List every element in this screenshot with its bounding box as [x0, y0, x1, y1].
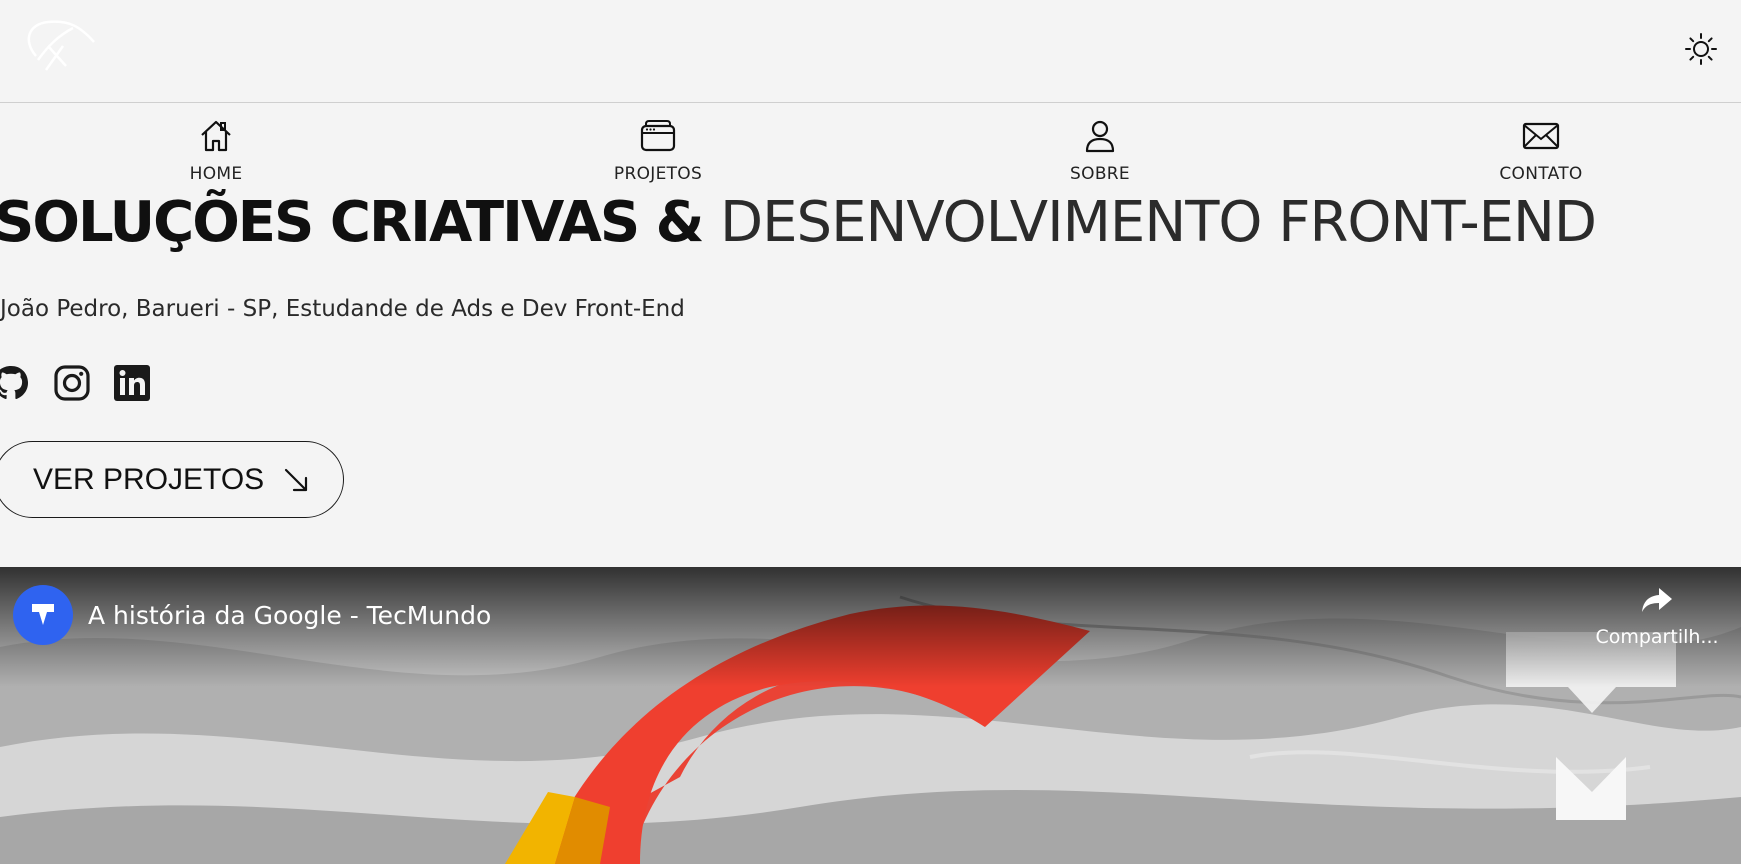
- video-title[interactable]: A história da Google - TecMundo: [88, 601, 491, 630]
- nav-label-sobre: SOBRE: [1070, 164, 1130, 184]
- headline-strong: SOLUÇÕES CRIATIVAS &: [0, 190, 721, 255]
- linkedin-icon[interactable]: [113, 364, 151, 402]
- nav-item-projetos[interactable]: PROJETOS: [578, 118, 738, 184]
- headline-light: DESENVOLVIMENTO FRONT-END: [720, 190, 1597, 255]
- nav-item-home[interactable]: HOME: [136, 118, 296, 184]
- ver-projetos-button[interactable]: VER PROJETOS: [0, 441, 344, 518]
- tecmundo-glyph: [32, 604, 54, 625]
- share-label: Compartilh...: [1595, 626, 1719, 648]
- nav-item-sobre[interactable]: SOBRE: [1020, 118, 1180, 184]
- browser-windows-icon: [640, 120, 676, 152]
- user-icon: [1085, 120, 1115, 153]
- hero-subtitle: João Pedro, Barueri - SP, Estudande de A…: [0, 296, 685, 322]
- video-embed[interactable]: A história da Google - TecMundo Comparti…: [0, 567, 1741, 864]
- github-icon[interactable]: [0, 364, 30, 402]
- cta-label: VER PROJETOS: [33, 462, 265, 496]
- nav-label-contato: CONTATO: [1499, 164, 1583, 184]
- signature-logo-icon[interactable]: [18, 16, 98, 76]
- instagram-icon[interactable]: [53, 364, 91, 402]
- arrow-down-right-icon: [285, 468, 308, 491]
- main-nav: HOME PROJETOS SOBRE CONTATO: [0, 104, 1741, 194]
- sun-icon[interactable]: [1684, 32, 1718, 66]
- top-bar: [0, 0, 1741, 103]
- nav-label-home: HOME: [189, 164, 243, 184]
- share-arrow-icon: [1642, 588, 1672, 612]
- nav-label-projetos: PROJETOS: [613, 164, 703, 184]
- nav-item-contato[interactable]: CONTATO: [1461, 118, 1621, 184]
- share-button[interactable]: Compartilh...: [1592, 585, 1722, 648]
- home-icon: [201, 120, 231, 152]
- tecmundo-logo-icon[interactable]: [13, 585, 73, 645]
- envelope-icon: [1522, 122, 1560, 150]
- hero-headline: SOLUÇÕES CRIATIVAS & DESENVOLVIMENTO FRO…: [0, 190, 1597, 255]
